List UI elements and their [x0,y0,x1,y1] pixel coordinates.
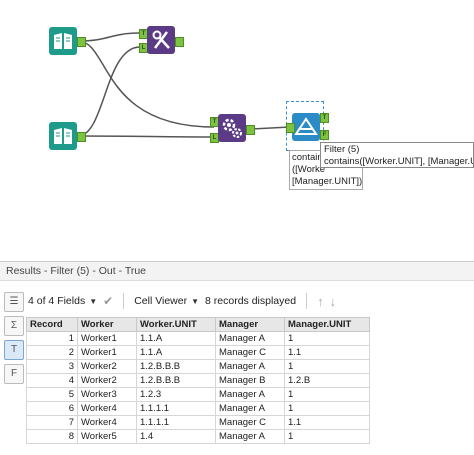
fields-dropdown[interactable]: 4 of 4 Fields ▼ [28,295,97,307]
toolbar-divider [306,293,308,309]
column-header[interactable]: Worker [77,317,137,332]
table-cell[interactable]: 1.4 [136,429,216,444]
output-anchor[interactable] [175,37,184,47]
table-row[interactable]: 4 Worker2 1.2.B.B.B Manager B 1.2.B [26,373,370,388]
table-cell[interactable]: Worker1 [77,345,137,360]
filter-icon [294,117,318,135]
table-cell[interactable]: 4 [26,373,78,388]
table-cell[interactable]: Worker4 [77,401,137,416]
table-cell[interactable]: Manager B [215,373,285,388]
output-anchor[interactable] [77,37,86,47]
check-icon[interactable]: ✔ [103,294,113,308]
table-cell[interactable]: 1.1 [284,415,370,430]
output-anchor[interactable] [77,132,86,142]
results-sidebar: ☰ Σ T F [4,292,24,388]
column-header[interactable]: Record [26,317,78,332]
table-cell[interactable]: 1.1 [284,345,370,360]
toolbar-divider [123,293,125,309]
table-cell[interactable]: 1 [284,387,370,402]
arrow-down-icon[interactable]: ↓ [330,294,337,309]
workflow-canvas[interactable]: T L T L T F contains( ([Worke [Manager.U… [0,0,474,248]
true-output-icon[interactable]: T [4,340,24,360]
tools-icon [152,30,170,49]
results-table: Record Worker Worker.UNIT Manager Manage… [26,317,370,444]
table-cell[interactable]: Worker3 [77,387,137,402]
column-header[interactable]: Worker.UNIT [136,317,216,332]
table-cell[interactable]: 6 [26,401,78,416]
table-cell[interactable]: Manager C [215,345,285,360]
table-cell[interactable]: 1 [284,401,370,416]
table-cell[interactable]: 1 [284,359,370,374]
table-cell[interactable]: Manager A [215,359,285,374]
table-cell[interactable]: 1.1.A [136,331,216,346]
table-cell[interactable]: Manager A [215,429,285,444]
records-count: 8 records displayed [205,295,297,307]
table-cell[interactable]: 5 [26,387,78,402]
metadata-icon[interactable]: Σ [4,316,24,336]
column-header[interactable]: Manager.UNIT [284,317,370,332]
false-output-icon[interactable]: F [4,364,24,384]
annotation-line: [Manager.UNIT]) [292,176,363,187]
table-row[interactable]: 2 Worker1 1.1.A Manager C 1.1 [26,345,370,360]
tool-tooltip: Filter (5) contains([Worker.UNIT], [Mana… [320,142,474,168]
table-row[interactable]: 3 Worker2 1.2.B.B.B Manager A1 [26,359,370,374]
tooltip-title: Filter (5) [324,144,360,155]
join-tool[interactable] [218,114,246,142]
table-cell[interactable]: 1.2.B [284,373,370,388]
arrow-up-icon[interactable]: ↑ [317,294,324,309]
table-cell[interactable]: Manager C [215,415,285,430]
table-row[interactable]: 5 Worker3 1.2.3 Manager A1 [26,387,370,402]
table-cell[interactable]: 3 [26,359,78,374]
table-cell[interactable]: 8 [26,429,78,444]
input-data-tool-1[interactable] [49,27,77,55]
table-cell[interactable]: Worker1 [77,331,137,346]
input-anchor[interactable] [286,123,295,133]
table-cell[interactable]: 1 [284,331,370,346]
table-cell[interactable]: 7 [26,415,78,430]
table-cell[interactable]: Worker2 [77,373,137,388]
results-title: Results - Filter (5) - Out - True [0,262,474,281]
book-icon [54,33,72,49]
table-cell[interactable]: 1 [284,429,370,444]
output-anchor[interactable] [246,125,255,135]
filter-tool[interactable] [292,113,320,141]
book-icon [54,128,72,144]
table-cell[interactable]: 1.2.B.B.B [136,359,216,374]
table-cell[interactable]: 1.1.A [136,345,216,360]
table-cell[interactable]: 1 [26,331,78,346]
column-header[interactable]: Manager [215,317,285,332]
table-row[interactable]: 8 Worker5 1.4 Manager A1 [26,429,370,444]
chevron-down-icon: ▼ [191,297,200,306]
append-tool[interactable] [147,26,175,54]
table-cell[interactable]: 1.2.B.B.B [136,373,216,388]
table-row[interactable]: 1 Worker1 1.1.A Manager A1 [26,331,370,346]
table-cell[interactable]: Manager A [215,387,285,402]
table-cell[interactable]: Manager A [215,331,285,346]
table-row[interactable]: 6 Worker4 1.1.1.1 Manager A1 [26,401,370,416]
tooltip-expression: contains([Worker.UNIT], [Manager.UNI [324,156,474,167]
results-panel: Results - Filter (5) - Out - True ☰ Σ T … [0,261,474,455]
table-cell[interactable]: Manager A [215,401,285,416]
table-cell[interactable]: Worker5 [77,429,137,444]
table-cell[interactable]: Worker2 [77,359,137,374]
table-cell[interactable]: 1.1.1.1 [136,401,216,416]
false-anchor[interactable]: F [320,130,329,140]
table-cell[interactable]: 2 [26,345,78,360]
data-view-icon[interactable]: ☰ [4,292,24,312]
results-toolbar: 4 of 4 Fields ▼ ✔ Cell Viewer ▼ 8 records … [28,290,336,312]
table-row[interactable]: 7 Worker4 1.1.1.1 Manager C 1.1 [26,415,370,430]
table-cell[interactable]: Worker4 [77,415,137,430]
chevron-down-icon: ▼ [89,297,98,306]
gears-icon [222,118,242,138]
table-cell[interactable]: 1.2.3 [136,387,216,402]
cell-viewer-dropdown[interactable]: Cell Viewer ▼ [134,295,199,307]
true-anchor[interactable]: T [320,113,329,123]
input-data-tool-2[interactable] [49,122,77,150]
table-cell[interactable]: 1.1.1.1 [136,415,216,430]
